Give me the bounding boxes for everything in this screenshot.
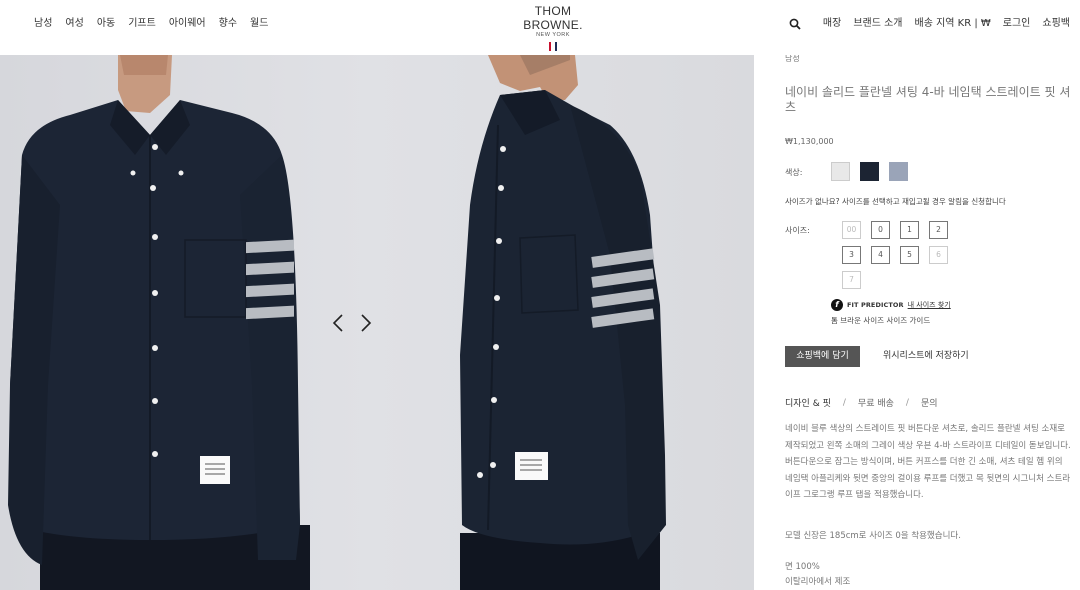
size-notify-notice[interactable]: 사이즈가 없나요? 사이즈를 선택하고 재입고될 경우 알림을 신청합니다 [785, 196, 1006, 207]
product-gallery [0, 55, 754, 590]
nav-stores[interactable]: 매장 [823, 14, 841, 29]
breadcrumb[interactable]: 남성 [785, 55, 800, 64]
fit-predictor-icon: f [831, 299, 843, 311]
chevron-left-icon[interactable] [328, 305, 348, 341]
site-header: 남성 여성 아동 기프트 아이웨어 향수 월드 THOM BROWNE. NEW… [0, 0, 1080, 55]
origin-info: 이탈리아에서 제조 [785, 577, 851, 587]
size-option-1[interactable]: 1 [900, 221, 919, 239]
tab-free-shipping[interactable]: 무료 배송 [858, 396, 894, 409]
size-option-7[interactable]: 7 [842, 271, 861, 289]
brand-logo[interactable]: THOM BROWNE. NEW YORK [504, 4, 602, 51]
add-to-bag-button[interactable]: 쇼핑백에 담기 [785, 346, 860, 367]
size-label: 사이즈: [785, 226, 810, 235]
product-price: ₩1,130,000 [785, 137, 834, 146]
product-info-panel: 남성 네이비 솔리드 플란넬 셔팅 4-바 네임택 스트레이트 핏 셔츠 ₩1,… [754, 55, 1080, 590]
size-option-3[interactable]: 3 [842, 246, 861, 264]
logo-stripes [504, 42, 602, 51]
nav-shipping-region[interactable]: 배송 지역 KR | ₩ [915, 14, 991, 29]
nav-login[interactable]: 로그인 [1003, 14, 1031, 29]
swatch-navy[interactable] [860, 162, 879, 181]
main-nav: 남성 여성 아동 기프트 아이웨어 향수 월드 [34, 14, 268, 29]
product-description: 네이비 블루 색상의 스트레이트 핏 버튼다운 셔츠로, 솔리드 플란넬 셔팅 … [785, 424, 1071, 500]
color-label: 색상: [785, 168, 803, 177]
tab-inquiry[interactable]: 문의 [921, 396, 938, 409]
logo-wordmark: THOM BROWNE. [523, 4, 583, 32]
nav-fragrance[interactable]: 향수 [219, 14, 237, 29]
front-view-photo [0, 55, 370, 590]
nav-shopping-bag[interactable]: 쇼핑백 [1042, 14, 1070, 29]
nav-eyewear[interactable]: 아이웨어 [169, 14, 206, 29]
size-guide-link[interactable]: 톰 브라운 사이즈 사이즈 가이드 [831, 315, 930, 326]
product-detail-tabs: 디자인 & 핏 / 무료 배송 / 문의 [785, 396, 938, 410]
tab-separator: / [905, 397, 909, 408]
swatch-white[interactable] [831, 162, 850, 181]
size-option-00[interactable]: 00 [842, 221, 861, 239]
side-view-photo [370, 55, 754, 590]
nav-women[interactable]: 여성 [65, 14, 83, 29]
nav-men[interactable]: 남성 [34, 14, 52, 29]
add-to-wishlist-button[interactable]: 위시리스트에 저장하기 [883, 346, 969, 367]
size-option-6[interactable]: 6 [929, 246, 948, 264]
nav-about[interactable]: 브랜드 소개 [853, 14, 902, 29]
material-info: 면 100% [785, 562, 820, 572]
search-icon[interactable] [789, 18, 801, 30]
chevron-right-icon[interactable] [356, 305, 376, 341]
find-my-size-link[interactable]: 내 사이즈 찾기 [908, 300, 951, 310]
tab-design-fit[interactable]: 디자인 & 핏 [785, 396, 831, 409]
nav-kids[interactable]: 아동 [97, 14, 115, 29]
swatch-light-blue[interactable] [889, 162, 908, 181]
size-option-0[interactable]: 0 [871, 221, 890, 239]
size-option-4[interactable]: 4 [871, 246, 890, 264]
utility-nav: 매장 브랜드 소개 배송 지역 KR | ₩ 로그인 쇼핑백 [789, 14, 1070, 30]
size-option-5[interactable]: 5 [900, 246, 919, 264]
fit-predictor: f FIT PREDICTOR 내 사이즈 찾기 [831, 299, 951, 311]
tab-separator: / [842, 397, 846, 408]
model-info: 모델 신장은 185cm로 사이즈 0을 착용했습니다. [785, 531, 961, 541]
logo-subtitle: NEW YORK [536, 32, 570, 38]
fit-predictor-brand: FIT PREDICTOR [847, 301, 904, 309]
size-option-2[interactable]: 2 [929, 221, 948, 239]
nav-world[interactable]: 월드 [250, 14, 268, 29]
product-title: 네이비 솔리드 플란넬 셔팅 4-바 네임택 스트레이트 핏 셔츠 [785, 85, 1071, 114]
nav-gifts[interactable]: 기프트 [128, 14, 156, 29]
